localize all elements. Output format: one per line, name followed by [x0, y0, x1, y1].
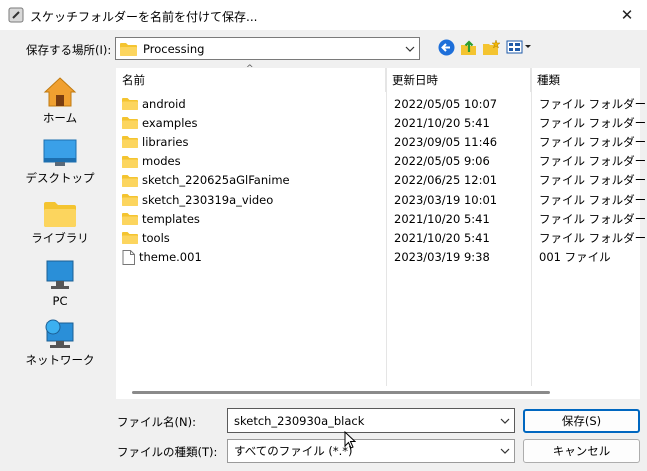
chevron-down-icon[interactable]: [401, 46, 419, 52]
lookin-value: Processing: [143, 41, 205, 56]
save-button[interactable]: 保存(S): [523, 409, 640, 433]
table-row[interactable]: examples 2021/10/20 5:41 ファイル フォルダー: [116, 113, 646, 132]
filetype-select[interactable]: すべてのファイル (*.*): [227, 439, 515, 463]
table-row[interactable]: android 2022/05/05 10:07 ファイル フォルダー: [116, 94, 646, 113]
column-header-type[interactable]: 種類: [531, 68, 640, 92]
close-icon: ✕: [620, 6, 634, 24]
file-icon: [122, 249, 135, 265]
scrollbar-thumb[interactable]: [132, 391, 550, 394]
lookin-combo[interactable]: Processing: [115, 37, 420, 60]
horizontal-scrollbar[interactable]: [116, 386, 640, 399]
mouse-cursor-icon: [344, 430, 357, 452]
row-name: modes: [142, 154, 181, 169]
filetype-value: すべてのファイル (*.*): [234, 444, 353, 458]
row-date: 2021/10/20 5:41: [394, 211, 490, 226]
table-row[interactable]: templates 2021/10/20 5:41 ファイル フォルダー: [116, 209, 646, 228]
table-row[interactable]: theme.001 2023/03/19 9:38 001 ファイル: [116, 248, 640, 267]
row-date: 2022/05/05 10:07: [394, 96, 498, 111]
row-name: sketch_220625aGlFanime: [142, 173, 290, 188]
row-type: ファイル フォルダー: [539, 115, 647, 130]
places-bar: ホーム デスクトップ ライブラリ PC ネットワーク: [12, 66, 108, 401]
row-name: tools: [142, 230, 170, 245]
row-type: ファイル フォルダー: [539, 211, 647, 226]
folder-icon: [122, 155, 138, 168]
row-date: 2022/05/05 9:06: [394, 154, 490, 169]
library-icon: [12, 200, 108, 228]
place-desktop[interactable]: デスクトップ: [12, 138, 108, 186]
row-name: examples: [142, 115, 198, 130]
row-type: 001 ファイル: [539, 250, 611, 265]
folder-icon: [122, 97, 138, 110]
folder-icon: [122, 174, 138, 187]
table-row[interactable]: modes 2022/05/05 9:06 ファイル フォルダー: [116, 152, 646, 171]
table-row[interactable]: sketch_230319a_video 2023/03/19 10:01 ファイル…: [116, 190, 646, 209]
place-library[interactable]: ライブラリ: [12, 200, 108, 246]
chevron-down-icon[interactable]: [496, 448, 514, 454]
view-menu-icon[interactable]: [506, 37, 532, 57]
desktop-icon: [12, 138, 108, 168]
row-name: android: [142, 96, 186, 111]
table-row[interactable]: sketch_220625aGlFanime 2022/06/25 12:01 ファ…: [116, 171, 646, 190]
up-folder-icon[interactable]: [459, 37, 477, 57]
new-folder-icon[interactable]: [481, 37, 501, 57]
filename-input[interactable]: sketch_230930a_black: [227, 408, 515, 433]
row-date: 2022/06/25 12:01: [394, 173, 498, 188]
cancel-button[interactable]: キャンセル: [523, 439, 640, 463]
row-date: 2023/09/05 11:46: [394, 134, 498, 149]
folder-icon: [122, 231, 138, 245]
row-date: 2023/03/19 10:01: [394, 192, 498, 207]
folder-icon: [122, 193, 138, 206]
row-name: sketch_230319a_video: [142, 192, 274, 207]
back-icon[interactable]: [437, 37, 455, 57]
place-network[interactable]: ネットワーク: [12, 318, 108, 368]
row-type: ファイル フォルダー: [539, 154, 647, 169]
row-type: ファイル フォルダー: [539, 230, 647, 245]
folder-icon: [122, 135, 138, 149]
row-name: templates: [142, 211, 200, 226]
close-button[interactable]: ✕: [607, 0, 647, 30]
column-header-name[interactable]: 名前: [116, 68, 386, 92]
place-home[interactable]: ホーム: [12, 76, 108, 126]
place-pc[interactable]: PC: [12, 260, 108, 308]
filename-value[interactable]: sketch_230930a_black: [228, 414, 496, 428]
row-type: ファイル フォルダー: [539, 96, 647, 111]
column-header-date[interactable]: 更新日時: [386, 68, 531, 92]
network-icon: [12, 318, 108, 350]
window-title: スケッチフォルダーを名前を付けて保存...: [30, 10, 258, 24]
table-row[interactable]: tools 2021/10/20 5:41 ファイル フォルダー: [116, 228, 646, 247]
table-row[interactable]: libraries 2023/09/05 11:46 ファイル フォルダー: [116, 132, 646, 151]
folder-icon: [122, 212, 138, 226]
row-name: theme.001: [139, 250, 202, 265]
title-bar: スケッチフォルダーを名前を付けて保存... ✕: [0, 0, 647, 30]
folder-icon: [122, 116, 138, 130]
row-date: 2021/10/20 5:41: [394, 115, 490, 130]
row-type: ファイル フォルダー: [539, 192, 647, 207]
row-type: ファイル フォルダー: [539, 134, 647, 149]
row-date: 2023/03/19 9:38: [394, 250, 490, 265]
app-icon: [8, 7, 24, 26]
file-list[interactable]: ^ 名前 更新日時 種類 android 2022/05/05 10:07 ファイル…: [116, 64, 646, 399]
filetype-label: ファイルの種類(T):: [117, 445, 218, 459]
folder-icon: [120, 42, 137, 56]
row-date: 2021/10/20 5:41: [394, 230, 490, 245]
lookin-label: 保存する場所(I):: [26, 43, 112, 57]
chevron-down-icon[interactable]: [496, 418, 514, 424]
pc-icon: [12, 260, 108, 292]
filename-label: ファイル名(N):: [117, 415, 196, 429]
row-type: ファイル フォルダー: [539, 173, 647, 188]
row-name: libraries: [142, 134, 189, 149]
home-icon: [12, 76, 108, 108]
